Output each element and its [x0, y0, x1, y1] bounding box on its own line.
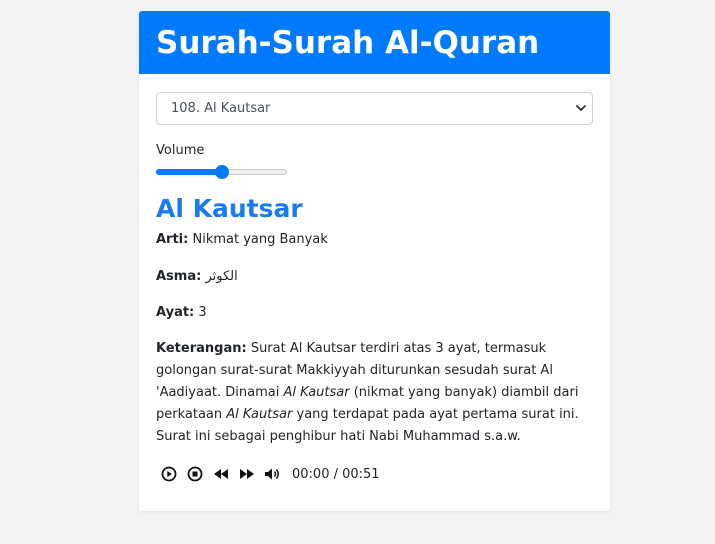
volume-label: Volume: [156, 143, 205, 158]
asma-line: Asma: الكوثر: [156, 266, 593, 288]
arti-line: Arti: Nikmat yang Banyak: [156, 229, 593, 251]
asma-label: Asma:: [156, 269, 202, 284]
asma-value: الكوثر: [205, 269, 238, 284]
rewind-icon: [214, 469, 228, 479]
stop-icon: [187, 466, 203, 482]
surah-select[interactable]: 108. Al Kautsar: [156, 92, 593, 125]
audio-player: 00:00 / 00:51: [156, 464, 593, 484]
ayat-value: 3: [198, 305, 207, 320]
player-time: 00:00 / 00:51: [292, 466, 380, 482]
keterangan-italic2: Al Kautsar: [226, 407, 293, 422]
keterangan-text: Keterangan: Surat Al Kautsar terdiri ata…: [156, 338, 593, 448]
card-body: 108. Al Kautsar Volume Al Kautsar Arti: …: [139, 74, 610, 484]
surah-select-value: 108. Al Kautsar: [171, 101, 271, 116]
volume-slider-thumb[interactable]: [215, 165, 229, 179]
volume-slider-fill: [156, 169, 222, 175]
page-title: Surah-Surah Al-Quran: [156, 24, 540, 61]
arti-label: Arti:: [156, 232, 189, 247]
ayat-label: Ayat:: [156, 305, 195, 320]
play-icon: [161, 466, 177, 482]
keterangan-italic1: Al Kautsar: [283, 385, 350, 400]
keterangan-line2: Surat ini sebagai penghibur hati Nabi Mu…: [156, 429, 521, 444]
keterangan-label: Keterangan:: [156, 341, 247, 356]
play-button[interactable]: [156, 464, 182, 484]
arti-value: Nikmat yang Banyak: [192, 232, 328, 247]
volume-icon: [265, 468, 279, 480]
stop-button[interactable]: [182, 464, 208, 484]
keterangan-part3: yang terdapat pada ayat pertama surat in…: [296, 407, 579, 422]
card-header: Surah-Surah Al-Quran: [139, 11, 610, 74]
rewind-button[interactable]: [208, 464, 234, 484]
surah-card: Surah-Surah Al-Quran 108. Al Kautsar Vol…: [139, 11, 610, 511]
ayat-line: Ayat: 3: [156, 302, 593, 324]
volume-button[interactable]: [260, 464, 286, 484]
fast-forward-icon: [240, 469, 254, 479]
fast-forward-button[interactable]: [234, 464, 260, 484]
volume-slider[interactable]: [156, 165, 287, 179]
chevron-down-icon: [576, 105, 586, 111]
surah-title: Al Kautsar: [156, 194, 303, 223]
